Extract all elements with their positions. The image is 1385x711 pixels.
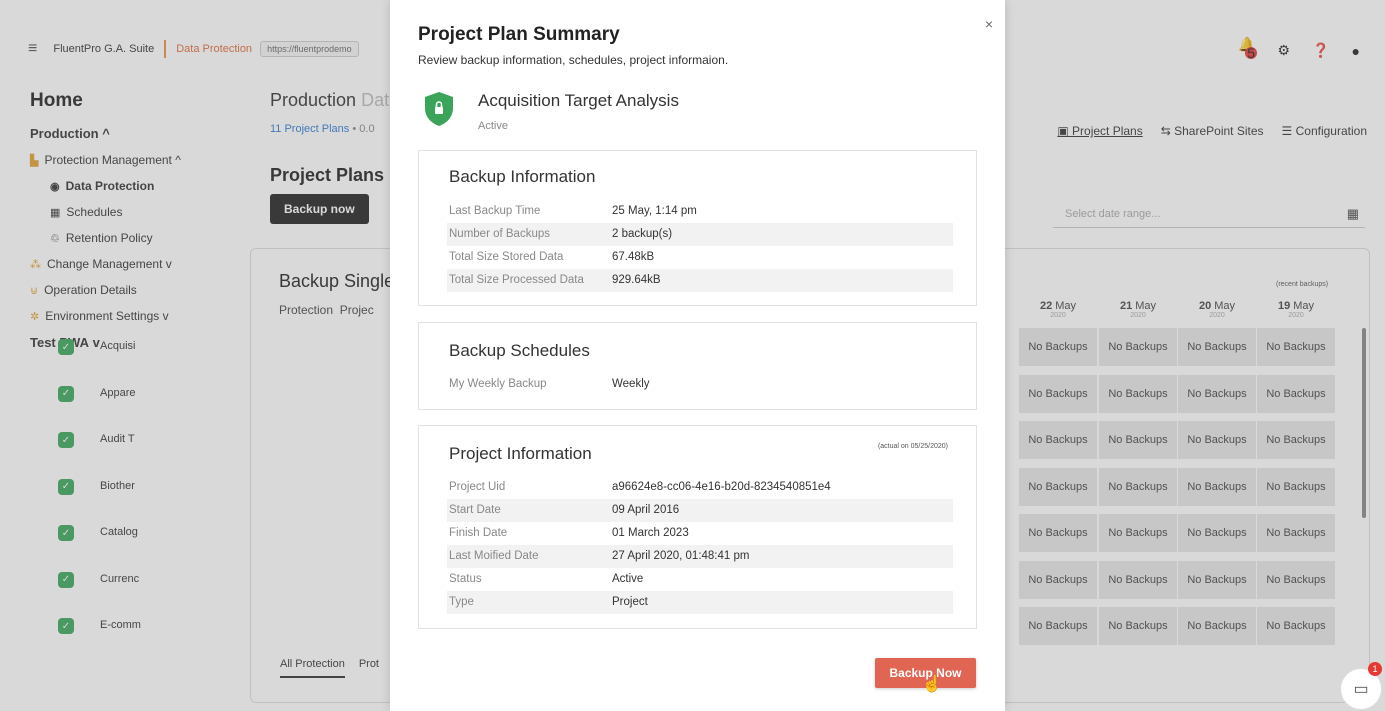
chat-badge: 1 [1368, 662, 1382, 676]
section-title: Backup Information [449, 167, 596, 186]
info-row: Total Size Processed Data 929.64kB [447, 269, 953, 292]
project-plan-summary-modal: × Project Plan Summary Review backup inf… [390, 0, 1005, 711]
info-row: Last Backup Time 25 May, 1:14 pm [449, 205, 697, 217]
backup-schedules-section: Backup Schedules My Weekly Backup Weekly [418, 322, 977, 410]
modal-title: Project Plan Summary [418, 24, 620, 45]
modal-subtitle: Review backup information, schedules, pr… [418, 53, 729, 67]
close-icon[interactable]: × [985, 16, 993, 32]
info-row: Start Date 09 April 2016 [447, 499, 953, 522]
info-row: Total Size Stored Data 67.48kB [449, 251, 655, 263]
hand-cursor-icon: ☝ [922, 676, 942, 693]
info-row: Project Uid a96624e8-cc06-4e16-b20d-82345… [449, 481, 831, 493]
info-row: Finish Date 01 March 2023 [449, 527, 689, 539]
info-row: Status Active [449, 573, 644, 585]
project-information-section: Project Information (actual on 05/25/202… [418, 425, 977, 629]
project-status: Active [478, 120, 508, 132]
info-row: Number of Backups 2 backup(s) [447, 223, 953, 246]
backup-information-section: Backup Information Last Backup Time 25 Ma… [418, 150, 977, 306]
section-title: Backup Schedules [449, 341, 590, 360]
info-row: Last Moified Date 27 April 2020, 01:48:41… [447, 545, 953, 568]
info-row: My Weekly Backup Weekly [449, 378, 650, 390]
section-title: Project Information [449, 444, 592, 463]
project-name: Acquisition Target Analysis [478, 91, 679, 110]
shield-lock-icon [425, 92, 453, 126]
actual-date-label: (actual on 05/25/2020) [877, 443, 948, 450]
info-row: Type Project [447, 591, 953, 614]
